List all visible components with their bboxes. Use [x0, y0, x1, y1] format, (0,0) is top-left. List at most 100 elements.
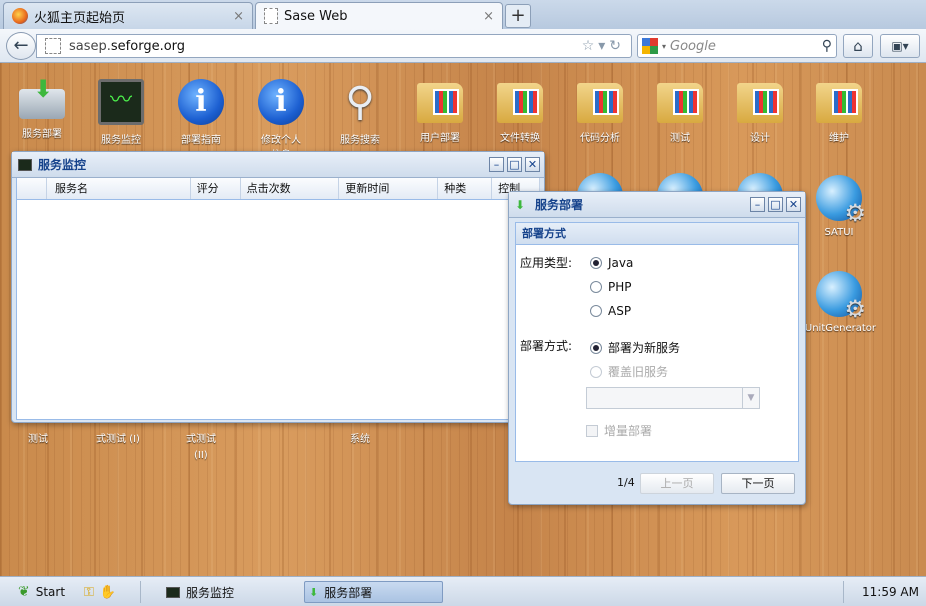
icon-label: 代码分析 — [580, 133, 620, 144]
info-icon: i — [258, 79, 304, 125]
radio-overwrite-old[interactable]: 覆盖旧服务 — [590, 363, 668, 380]
back-button[interactable]: ← — [6, 32, 36, 60]
column-header-type[interactable]: 种类 — [438, 178, 493, 199]
icon-label: 文件转换 — [500, 133, 540, 144]
radio-button[interactable] — [590, 365, 602, 378]
minimize-button[interactable]: – — [750, 197, 765, 212]
tab-firefox-home[interactable]: 火狐主页起始页 × — [3, 2, 253, 29]
close-tab-icon[interactable]: × — [483, 9, 494, 24]
icon-label: 维护 — [829, 133, 849, 144]
clock: 11:59 AM — [862, 585, 919, 599]
google-icon[interactable] — [642, 38, 658, 54]
radio-deploy-new[interactable]: 部署为新服务 — [590, 339, 680, 356]
quick-launch[interactable]: ⚿ ✋ — [80, 581, 120, 603]
monitor-icon: 〰 — [98, 79, 144, 125]
key-icon[interactable]: ⚿ — [84, 585, 94, 600]
radio-php[interactable]: PHP — [590, 280, 632, 294]
folder-icon — [737, 83, 783, 123]
search-input[interactable]: Google — [670, 39, 818, 54]
window-titlebar[interactable]: 服务监控 – □ ✕ — [12, 152, 544, 178]
column-header-select[interactable] — [17, 178, 47, 199]
desktop-icon-service-monitor[interactable]: 〰 服务监控 — [83, 79, 159, 146]
new-tab-button[interactable]: + — [505, 4, 531, 28]
icon-label[interactable]: 式测试 — [186, 432, 216, 448]
radio-button[interactable] — [590, 341, 602, 354]
maximize-button[interactable]: □ — [768, 197, 783, 212]
radio-label: PHP — [608, 280, 632, 294]
bookmarks-menu-button[interactable]: ▣▾ — [880, 34, 920, 58]
icon-label: 用户部署 — [420, 133, 460, 144]
radio-label: 覆盖旧服务 — [608, 365, 669, 379]
url-bar[interactable]: sasep.seforge.org ☆▾↻ — [36, 34, 632, 58]
desktop-icon-user-deploy[interactable]: 用户部署 — [402, 79, 478, 144]
icon-label: 服务部署 — [22, 129, 62, 140]
grid-body[interactable] — [16, 200, 540, 420]
bookmark-star-icon[interactable]: ☆▾↻ — [582, 38, 631, 54]
tab-title: Sase Web — [284, 8, 348, 24]
pager: 1/4 上一页 下一页 — [509, 464, 805, 504]
column-header-updated[interactable]: 更新时间 — [339, 178, 439, 199]
radio-label: 部署为新服务 — [608, 341, 681, 355]
radio-java[interactable]: Java — [590, 256, 633, 270]
prev-page-button[interactable]: 上一页 — [640, 473, 714, 494]
close-button[interactable]: ✕ — [525, 157, 540, 172]
grid-header: 服务名 评分 点击次数 更新时间 种类 控制 — [16, 178, 541, 200]
checkbox[interactable] — [586, 424, 598, 437]
globe-gear-icon — [816, 175, 866, 227]
page-indicator: 1/4 — [617, 476, 635, 489]
radio-button[interactable] — [590, 281, 602, 293]
desktop-icon-maintain[interactable]: 维护 — [801, 79, 877, 144]
next-page-button[interactable]: 下一页 — [721, 473, 795, 494]
desktop-icon-edit-profile[interactable]: i 修改个人 信息 — [243, 79, 319, 161]
desktop-icon-code-analysis[interactable]: 代码分析 — [562, 79, 638, 144]
search-icon[interactable]: ⚲ — [822, 38, 832, 54]
window-title: 服务部署 — [535, 198, 584, 212]
navigation-bar: ← sasep.seforge.org ☆▾↻ ▾ Google ⚲ ⌂ ▣▾ — [0, 29, 926, 63]
icon-label[interactable]: 测试 — [28, 432, 48, 448]
home-button[interactable]: ⌂ — [843, 34, 873, 58]
search-bar[interactable]: ▾ Google ⚲ — [637, 34, 837, 58]
service-deploy-window[interactable]: ⬇ 服务部署 – □ ✕ 部署方式 应用类型: Java PHP ASP 部署方… — [508, 191, 806, 505]
icon-label[interactable]: 系统 — [350, 432, 370, 448]
service-monitor-window[interactable]: 服务监控 – □ ✕ 服务名 评分 点击次数 更新时间 种类 控制 — [11, 151, 545, 423]
maximize-button[interactable]: □ — [507, 157, 522, 172]
start-label: Start — [35, 585, 66, 599]
column-header-service-name[interactable]: 服务名 — [47, 178, 191, 199]
radio-asp[interactable]: ASP — [590, 304, 631, 318]
url-text[interactable]: sasep.seforge.org — [69, 39, 574, 54]
column-header-rating[interactable]: 评分 — [191, 178, 241, 199]
desktop-icon-file-convert[interactable]: 文件转换 — [482, 79, 558, 144]
tab-bar: 火狐主页起始页 × Sase Web × + — [0, 0, 926, 29]
site-identity-icon[interactable] — [45, 38, 61, 54]
desktop-icon-service-search[interactable]: ⚲ 服务搜索 — [322, 79, 398, 146]
globe-gear-icon — [816, 271, 866, 323]
desktop-icon-design[interactable]: 设计 — [722, 79, 798, 144]
icon-label: SATUI — [824, 227, 854, 238]
icon-label[interactable]: (II) — [194, 448, 208, 464]
minimize-button[interactable]: – — [489, 157, 504, 172]
taskbar-item-service-deploy[interactable]: ⬇ 服务部署 — [304, 581, 443, 603]
icon-label[interactable]: 式测试 (I) — [96, 432, 140, 448]
taskbar-item-service-monitor[interactable]: 服务监控 — [162, 581, 238, 603]
desktop-icon-satui[interactable]: SATUI — [801, 175, 877, 238]
search-engine-dropdown-icon[interactable]: ▾ — [662, 42, 666, 51]
hand-icon[interactable]: ✋ — [100, 585, 116, 600]
desktop-icon-service-deploy[interactable]: 服务部署 — [4, 75, 80, 140]
chevron-down-icon[interactable]: ▼ — [742, 388, 759, 408]
close-tab-icon[interactable]: × — [233, 9, 244, 24]
deploy-icon: ⬇ — [309, 585, 319, 599]
tab-sase-web[interactable]: Sase Web × — [255, 2, 503, 29]
window-titlebar[interactable]: ⬇ 服务部署 – □ ✕ — [509, 192, 805, 218]
desktop-icon-test[interactable]: 测试 — [642, 79, 718, 144]
radio-button[interactable] — [590, 257, 602, 269]
folder-icon — [497, 83, 543, 123]
close-button[interactable]: ✕ — [786, 197, 801, 212]
section-header: 部署方式 — [516, 223, 798, 245]
icon-label: 设计 — [750, 133, 770, 144]
radio-button[interactable] — [590, 305, 602, 317]
start-button[interactable]: ❦ Start — [14, 581, 69, 603]
incremental-deploy-checkbox[interactable]: 增量部署 — [586, 422, 652, 439]
service-select[interactable]: ▼ — [586, 387, 760, 409]
desktop-icon-deploy-guide[interactable]: i 部署指南 — [163, 79, 239, 146]
column-header-clicks[interactable]: 点击次数 — [241, 178, 340, 199]
